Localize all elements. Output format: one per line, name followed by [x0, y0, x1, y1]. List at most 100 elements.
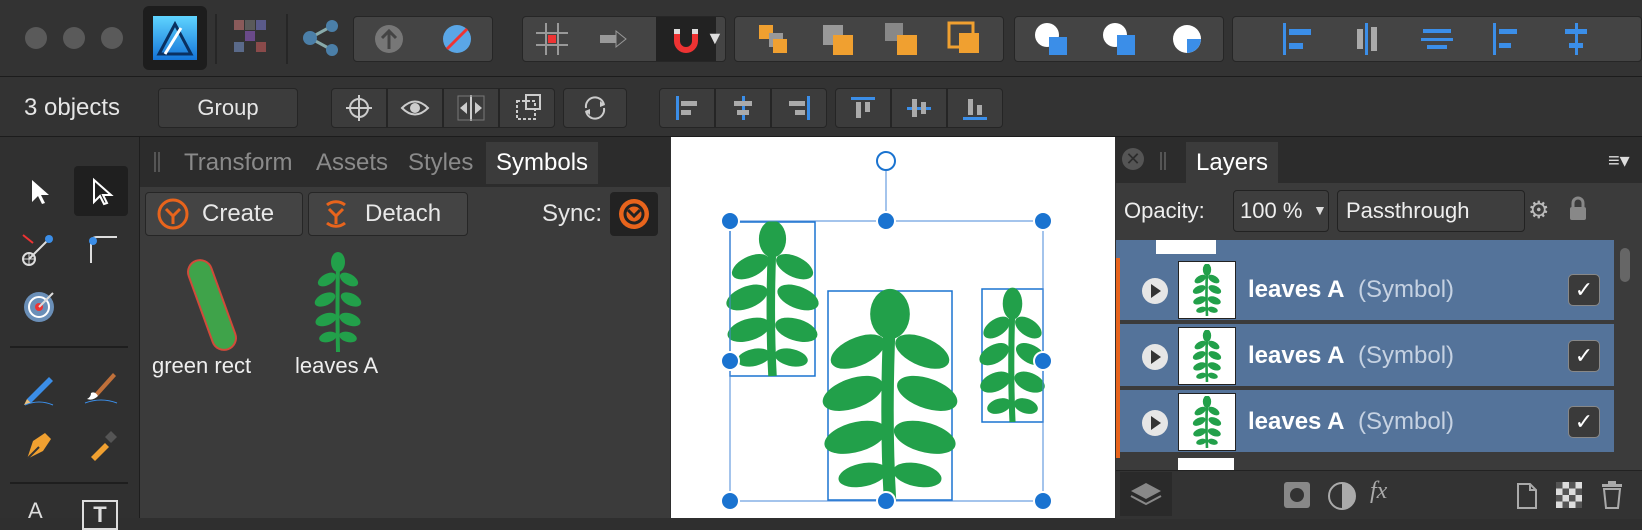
contour-tool[interactable] [12, 282, 66, 332]
align-left-context-button[interactable] [659, 88, 715, 128]
subtract-boolean-icon[interactable] [1099, 19, 1139, 59]
move-back-one-icon[interactable] [817, 19, 857, 59]
align-center-icon[interactable] [1347, 19, 1387, 59]
node-cursor-icon [93, 177, 114, 206]
artistic-text-tool-icon[interactable]: A [28, 498, 43, 524]
eyedropper-tool[interactable] [74, 420, 128, 470]
leaves-instance-2[interactable] [816, 289, 964, 500]
point-transform-tool[interactable] [12, 224, 66, 274]
add-boolean-icon[interactable] [1031, 19, 1071, 59]
pixel-persona-icon[interactable] [232, 18, 276, 63]
sync-toggle[interactable] [610, 192, 658, 236]
expand-layer-icon[interactable] [1142, 278, 1168, 304]
flower-no-fill-icon[interactable] [435, 19, 479, 59]
fx-icon[interactable]: fx [1370, 478, 1387, 505]
resize-handle[interactable] [1033, 491, 1053, 511]
resize-handle[interactable] [720, 491, 740, 511]
tab-assets[interactable]: Assets [316, 145, 388, 181]
layers-stack-button[interactable] [1120, 472, 1172, 516]
expand-layer-icon[interactable] [1142, 410, 1168, 436]
align-bottom-context-button[interactable] [947, 88, 1003, 128]
align-center-context-button[interactable] [715, 88, 771, 128]
align-top-context-button[interactable] [835, 88, 891, 128]
align-left-edge-icon[interactable] [1487, 19, 1527, 59]
snap-arrow-icon[interactable] [594, 19, 634, 59]
layer-visibility-checkbox[interactable]: ✓ [1568, 406, 1600, 438]
flip-button[interactable] [443, 88, 499, 128]
tab-layers[interactable]: Layers [1186, 142, 1279, 184]
blend-mode-select[interactable]: Passthrough [1337, 190, 1525, 232]
symbol-thumb-leaves-a[interactable] [308, 252, 368, 357]
trash-icon[interactable] [1600, 480, 1624, 515]
layers-scrollbar[interactable] [1620, 248, 1630, 282]
frame-text-tool-icon[interactable]: T [82, 500, 118, 530]
magnet-icon [674, 29, 698, 53]
detach-symbol-button[interactable]: Detach [308, 192, 468, 236]
align-left-icon[interactable] [1277, 19, 1317, 59]
align-center-horizontal-icon[interactable] [1557, 19, 1597, 59]
group-button[interactable]: Group [158, 88, 298, 128]
lock-icon[interactable] [1568, 196, 1588, 227]
panel-grip[interactable] [154, 152, 160, 172]
layer-row[interactable]: leaves A (Symbol) ✓ [1116, 390, 1614, 454]
move-to-front-icon[interactable] [945, 19, 985, 59]
symbol-thumb-green-rect[interactable] [180, 258, 240, 359]
resize-handle[interactable] [1033, 211, 1053, 231]
create-symbol-button[interactable]: Create [145, 192, 303, 236]
tab-symbols[interactable]: Symbols [486, 142, 599, 184]
align-center-icon [734, 96, 752, 120]
snapping-dropdown-chevron-icon[interactable]: ▼ [706, 28, 724, 49]
close-panel-icon[interactable]: ✕ [1122, 148, 1144, 170]
symbol-label-leaves-a: leaves A [295, 353, 379, 378]
app-logo[interactable] [143, 6, 207, 70]
layer-visibility-checkbox[interactable]: ✓ [1568, 274, 1600, 306]
upload-flower-icon[interactable] [367, 19, 411, 59]
align-middle-context-button[interactable] [891, 88, 947, 128]
panel-grip[interactable] [1160, 152, 1166, 170]
resize-handle[interactable] [720, 211, 740, 231]
resize-handle[interactable] [720, 351, 740, 371]
node-tool[interactable] [74, 166, 128, 216]
export-persona-icon[interactable] [300, 18, 344, 63]
resize-handle[interactable] [876, 211, 896, 231]
corner-tool[interactable] [74, 224, 128, 274]
expand-layer-icon[interactable] [1142, 344, 1168, 370]
window-minimize-button[interactable] [63, 27, 85, 49]
distribute-horizontal-icon[interactable] [1417, 19, 1457, 59]
tab-transform[interactable]: Transform [184, 145, 292, 181]
layer-row[interactable]: leaves A (Symbol) ✓ [1116, 324, 1614, 388]
layer-visibility-checkbox[interactable]: ✓ [1568, 340, 1600, 372]
pen-tool[interactable] [12, 420, 66, 470]
mask-icon[interactable] [1284, 482, 1310, 508]
grid-snap-icon[interactable] [532, 19, 572, 59]
align-left-icon [676, 96, 697, 120]
document-canvas[interactable] [671, 137, 1115, 518]
layer-row[interactable]: leaves A (Symbol) ✓ [1116, 258, 1614, 322]
intersect-boolean-icon[interactable] [1167, 19, 1207, 59]
layer-row-partial-top[interactable] [1116, 240, 1614, 258]
opacity-dropdown-chevron-icon[interactable]: ▼ [1313, 202, 1327, 218]
transform-origin-button[interactable] [331, 88, 387, 128]
rotate-button[interactable] [563, 88, 627, 128]
bounding-box-button[interactable] [499, 88, 555, 128]
resize-handle[interactable] [1033, 351, 1053, 371]
pencil-tool[interactable] [12, 362, 66, 412]
window-zoom-button[interactable] [101, 27, 123, 49]
layer-thumbnail [1178, 261, 1236, 319]
move-forward-one-icon[interactable] [881, 19, 921, 59]
panel-menu-icon[interactable]: ≡▾ [1608, 148, 1630, 173]
rotation-handle[interactable] [876, 151, 896, 171]
new-layer-icon[interactable] [1516, 482, 1538, 515]
tab-styles[interactable]: Styles [408, 145, 473, 181]
adjustment-icon[interactable] [1328, 482, 1356, 510]
view-button[interactable] [387, 88, 443, 128]
vector-brush-tool[interactable] [74, 362, 128, 412]
move-tool[interactable] [12, 166, 66, 216]
leaves-instance-1[interactable] [722, 220, 823, 376]
gear-icon[interactable]: ⚙ [1528, 196, 1550, 225]
align-right-context-button[interactable] [771, 88, 827, 128]
move-to-back-icon[interactable] [753, 19, 793, 59]
resize-handle[interactable] [876, 491, 896, 511]
checkerboard-icon[interactable] [1556, 482, 1582, 513]
window-close-button[interactable] [25, 27, 47, 49]
